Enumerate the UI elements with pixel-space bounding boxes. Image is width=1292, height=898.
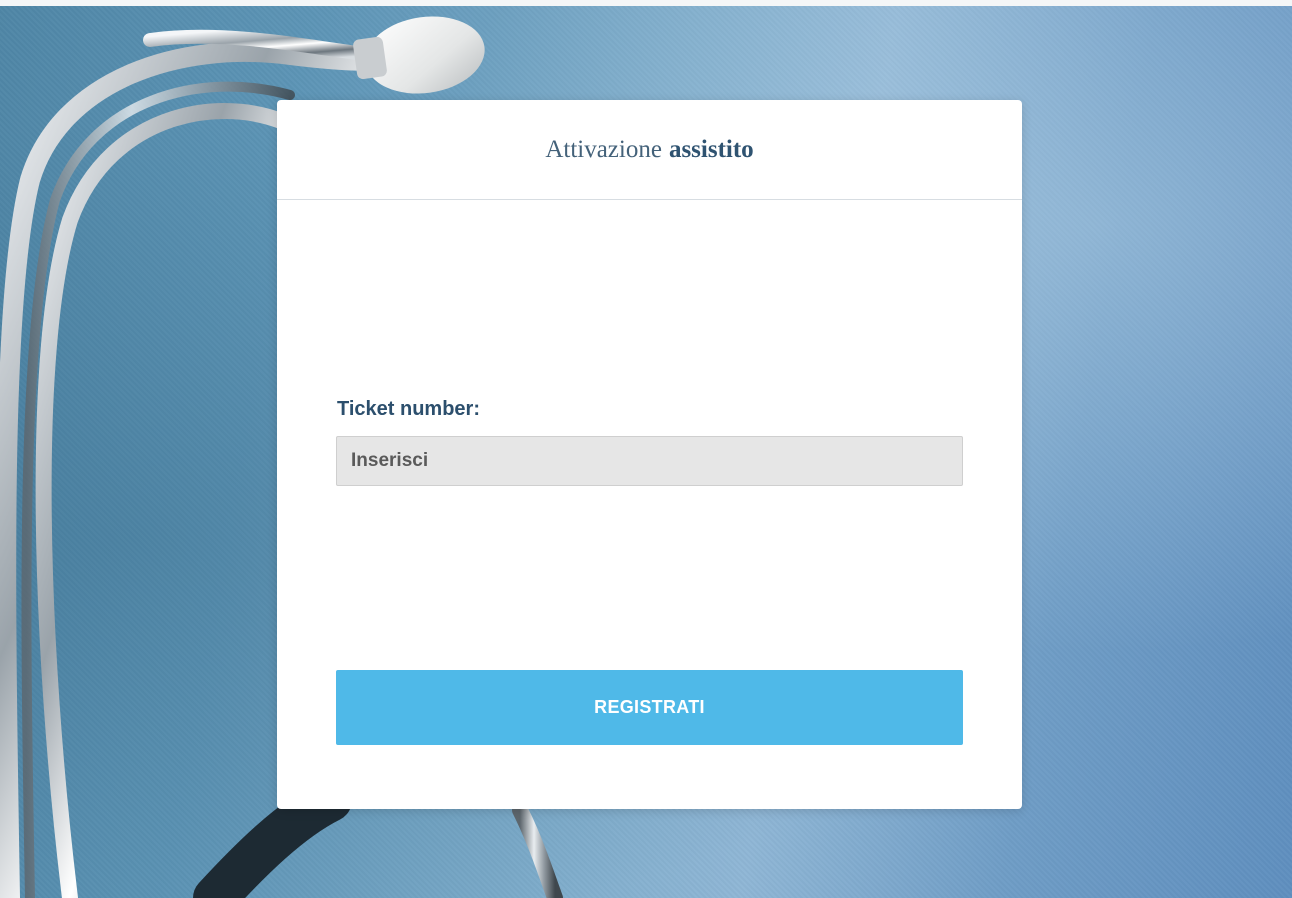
- page-background: Attivazione assistito Ticket number: REG…: [0, 0, 1292, 898]
- card-title-bold: assistito: [668, 135, 754, 163]
- ticket-number-label: Ticket number:: [337, 398, 480, 420]
- card-title-regular: Attivazione: [545, 135, 662, 163]
- card-header: Attivazione assistito: [277, 100, 1022, 200]
- ticket-number-input[interactable]: [336, 436, 963, 486]
- register-button[interactable]: REGISTRATI: [336, 670, 963, 745]
- activation-card: Attivazione assistito Ticket number: REG…: [277, 100, 1022, 809]
